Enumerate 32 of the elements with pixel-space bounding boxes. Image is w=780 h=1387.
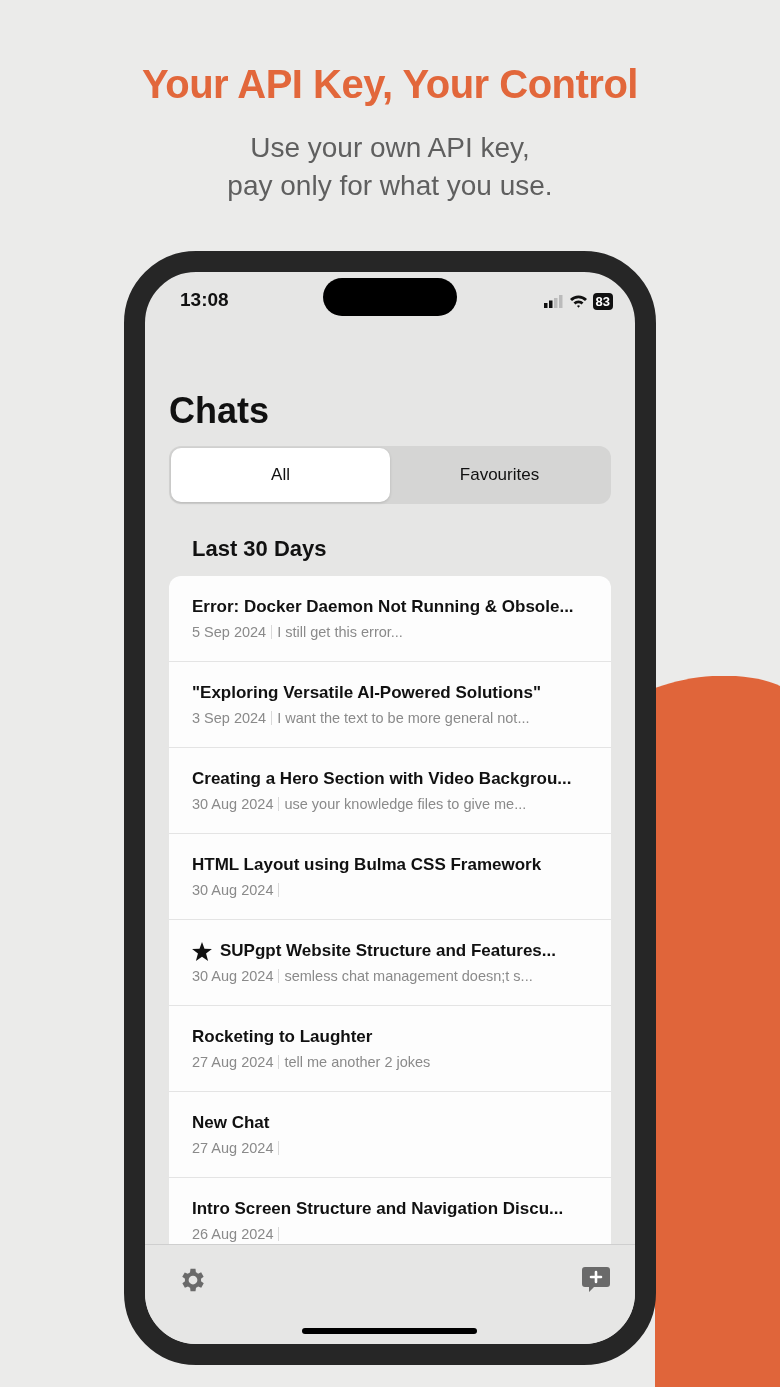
filter-tab[interactable]: Favourites bbox=[390, 448, 609, 502]
wifi-icon bbox=[568, 294, 588, 308]
status-time: 13:08 bbox=[180, 289, 229, 311]
chat-date: 26 Aug 2024 bbox=[192, 1226, 274, 1242]
chat-title[interactable]: Intro Screen Structure and Navigation Discu... bbox=[192, 1199, 564, 1219]
battery-level: 83 bbox=[592, 292, 613, 310]
chat-date: 30 Aug 2024 bbox=[192, 796, 274, 812]
screen-title: Chats bbox=[169, 390, 271, 432]
signal-icon bbox=[543, 294, 564, 308]
chat-preview: tell me another 2 jokes bbox=[284, 1054, 431, 1070]
new-chat-icon[interactable] bbox=[581, 1265, 611, 1295]
chat-date: 30 Aug 2024 bbox=[192, 882, 274, 898]
chat-preview: I want the text to be more general not... bbox=[277, 710, 530, 726]
chat-date: 3 Sep 2024 bbox=[192, 710, 267, 726]
chat-title[interactable]: "Exploring Versatile AI-Powered Solutions" bbox=[192, 683, 541, 703]
chat-preview: semless chat management doesn;t s... bbox=[284, 968, 533, 984]
chat-preview: I still get this error... bbox=[277, 624, 403, 640]
filter-tab[interactable]: All bbox=[171, 448, 390, 502]
chat-date: 27 Aug 2024 bbox=[192, 1054, 274, 1070]
chat-title[interactable]: Creating a Hero Section with Video Backgrou... bbox=[192, 769, 572, 789]
headline: Your API Key, Your Control bbox=[142, 62, 638, 107]
chat-title[interactable]: HTML Layout using Bulma CSS Framework bbox=[192, 855, 542, 875]
chat-date: 27 Aug 2024 bbox=[192, 1140, 274, 1156]
chat-title[interactable]: SUPgpt Website Structure and Features... bbox=[220, 941, 556, 961]
chat-title[interactable]: Rocketing to Laughter bbox=[192, 1027, 373, 1047]
chat-title[interactable]: New Chat bbox=[192, 1113, 270, 1133]
chat-preview: use your knowledge files to give me... bbox=[284, 796, 527, 812]
chat-date: 5 Sep 2024 bbox=[192, 624, 267, 640]
subtitle: Use your own API key, pay only for what you use. bbox=[227, 131, 553, 203]
chat-date: 30 Aug 2024 bbox=[192, 968, 274, 984]
section-heading: Last 30 Days bbox=[192, 536, 328, 562]
chat-title[interactable]: Error: Docker Daemon Not Running & Obsole... bbox=[192, 597, 574, 617]
